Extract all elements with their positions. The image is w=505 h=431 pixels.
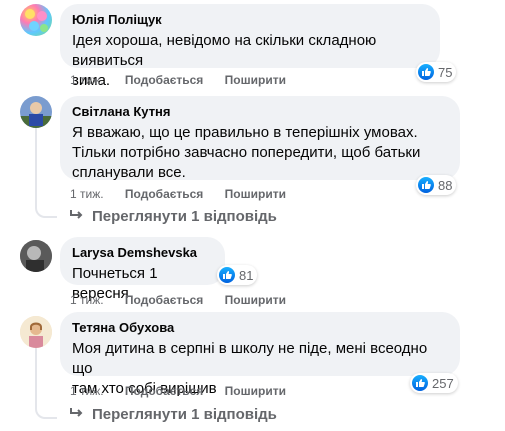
person-avatar-icon <box>20 316 52 348</box>
thread-line <box>35 127 37 197</box>
comment-bubble: Larysa Demshevska Почнеться 1 вересня <box>60 237 225 302</box>
person-avatar-icon <box>20 102 52 128</box>
reaction-count[interactable]: 81 <box>217 265 258 285</box>
thread-connector <box>35 397 57 419</box>
reaction-number: 88 <box>438 177 453 193</box>
comment-actions: 1 тиж. Подобається Поширити <box>70 73 286 87</box>
like-icon <box>418 177 434 193</box>
view-replies-link[interactable]: Переглянути 1 відповідь <box>70 406 277 423</box>
comment-time[interactable]: 1 тиж. <box>70 384 104 398</box>
share-button[interactable]: Поширити <box>225 293 286 307</box>
flower-avatar-icon <box>25 9 48 32</box>
reaction-count[interactable]: 257 <box>410 373 458 393</box>
reply-arrow-icon <box>70 406 84 423</box>
like-button[interactable]: Подобається <box>125 73 203 87</box>
share-button[interactable]: Поширити <box>225 384 286 398</box>
thread-line <box>35 348 37 398</box>
comment-author[interactable]: Larysa Demshevska <box>72 245 213 260</box>
reaction-count[interactable]: 75 <box>416 62 457 82</box>
view-replies-label: Переглянути 1 відповідь <box>92 208 277 225</box>
comment-text-line: Моя дитина в серпні в школу не піде, мен… <box>72 340 428 377</box>
comment-author[interactable]: Світлана Кутня <box>72 104 448 119</box>
avatar[interactable] <box>20 4 52 36</box>
like-icon <box>418 64 434 80</box>
like-icon <box>219 267 235 283</box>
comment-time[interactable]: 1 тиж. <box>70 73 104 87</box>
comment-author[interactable]: Юлія Поліщук <box>72 12 428 27</box>
comment-bubble: Юлія Поліщук Ідея хороша, невідомо на ск… <box>60 4 440 89</box>
comment-time[interactable]: 1 тиж. <box>70 187 104 201</box>
comment-text-line: Тільки потрібно завчасно попередити, щоб… <box>72 144 421 161</box>
avatar[interactable] <box>20 316 52 348</box>
like-button[interactable]: Подобається <box>125 293 203 307</box>
reply-arrow-icon <box>70 208 84 225</box>
comment-text-line: спланували все. <box>72 164 186 181</box>
person-avatar-icon <box>20 240 52 272</box>
reaction-count[interactable]: 88 <box>416 175 457 195</box>
share-button[interactable]: Поширити <box>225 73 286 87</box>
reaction-number: 75 <box>438 64 453 80</box>
comment-bubble: Світлана Кутня Я вважаю, що це правильно… <box>60 96 460 183</box>
comment-actions: 1 тиж. Подобається Поширити <box>70 293 286 307</box>
comment-actions: 1 тиж. Подобається Поширити <box>70 187 286 201</box>
comment-bubble: Тетяна Обухова Моя дитина в серпні в шко… <box>60 312 460 397</box>
like-icon <box>412 375 428 391</box>
reaction-number: 81 <box>239 267 254 283</box>
like-button[interactable]: Подобається <box>125 384 203 398</box>
comment-text-line: Ідея хороша, невідомо на скільки складно… <box>72 32 377 69</box>
reaction-number: 257 <box>432 375 454 391</box>
avatar[interactable] <box>20 240 52 272</box>
comment-text-line: Я вважаю, що це правильно в теперішніх у… <box>72 124 418 141</box>
comment-text: Я вважаю, що це правильно в теперішніх у… <box>72 123 448 183</box>
comment-time[interactable]: 1 тиж. <box>70 293 104 307</box>
thread-connector <box>35 196 57 218</box>
comment-actions: 1 тиж. Подобається Поширити <box>70 384 286 398</box>
view-replies-label: Переглянути 1 відповідь <box>92 406 277 423</box>
comment-author[interactable]: Тетяна Обухова <box>72 320 448 335</box>
share-button[interactable]: Поширити <box>225 187 286 201</box>
like-button[interactable]: Подобається <box>125 187 203 201</box>
avatar[interactable] <box>20 96 52 128</box>
view-replies-link[interactable]: Переглянути 1 відповідь <box>70 208 277 225</box>
